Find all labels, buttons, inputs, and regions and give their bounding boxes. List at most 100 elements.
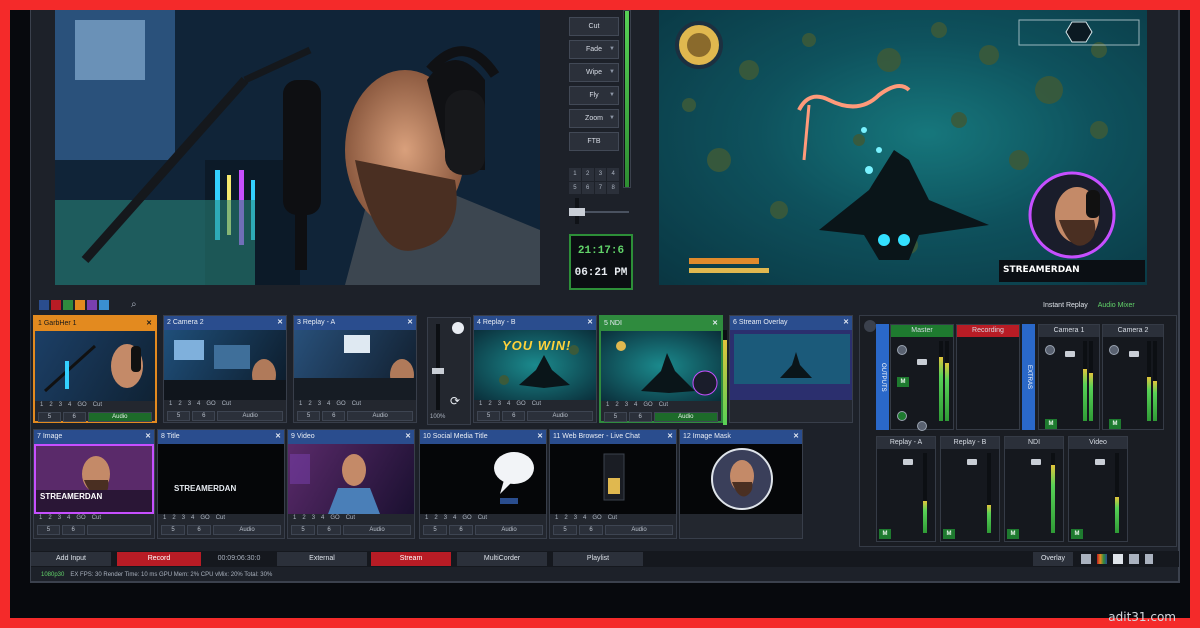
color-swatch[interactable] [87, 300, 97, 310]
grid-icon[interactable] [1113, 554, 1123, 564]
external-button[interactable]: External [277, 552, 367, 566]
input-card-12[interactable]: 12 Image Mask ✕ [679, 429, 803, 539]
audio-button[interactable]: Audio [605, 525, 673, 535]
master-fader[interactable] [917, 359, 927, 365]
mute-button[interactable]: M [943, 529, 955, 539]
gain-knob[interactable] [897, 345, 907, 355]
close-icon[interactable]: ✕ [277, 316, 283, 330]
add-input-button[interactable]: Add Input [31, 552, 111, 566]
channel-fader[interactable] [1031, 459, 1041, 465]
close-icon[interactable]: ✕ [275, 430, 281, 444]
solo-icon[interactable] [917, 421, 927, 431]
channel-fader[interactable] [1095, 459, 1105, 465]
layout-icon[interactable] [1081, 554, 1091, 564]
close-icon[interactable]: ✕ [405, 430, 411, 444]
mute-button[interactable]: M [1109, 419, 1121, 429]
close-icon[interactable]: ✕ [146, 317, 152, 331]
close-icon[interactable]: ✕ [843, 316, 849, 330]
close-icon[interactable]: ✕ [145, 430, 151, 444]
audio-button[interactable]: Audio [475, 525, 543, 535]
input-card-5[interactable]: 5 NDI ✕ 1 2 3 4 GO Cut 5 6 Audio [599, 315, 723, 423]
gain-knob[interactable] [1045, 345, 1055, 355]
mixer-settings-icon[interactable] [864, 320, 876, 332]
multicorder-button[interactable]: MultiCorder [457, 552, 547, 566]
channel-fader[interactable] [1065, 351, 1075, 357]
mute-button[interactable]: M [1045, 419, 1057, 429]
input-number: 10 [423, 433, 431, 440]
channel-fader[interactable] [1129, 351, 1139, 357]
quick-number[interactable]: 2 [581, 168, 594, 181]
audio-button[interactable]: Audio [347, 411, 413, 421]
input-card-10[interactable]: 10 Social Media Title ✕ 1 2 3 4 GO Cut 5 6 Audio [419, 429, 547, 539]
color-icon[interactable] [1097, 554, 1107, 564]
input-card-8[interactable]: 8 Title ✕ STREAMERDAN 1 2 3 4 GO Cut 5 6 Audio [157, 429, 285, 539]
input-card-1[interactable]: 1 GarbHer 1 ✕ 1 2 3 4 GO Cut 5 6 Audio [33, 315, 157, 423]
color-swatch[interactable] [99, 300, 109, 310]
input-card-4[interactable]: 4 Replay - B ✕ YOU WIN! 1 2 3 4 GO Cut 5 6 Audio [473, 315, 597, 423]
cut-button[interactable]: Cut [569, 17, 619, 36]
fade-button[interactable]: Fade ▼ [569, 40, 619, 59]
mute-button[interactable]: M [1007, 529, 1019, 539]
search-icon[interactable]: ⌕ [131, 299, 137, 310]
preview-monitor[interactable] [55, 10, 540, 285]
audio-button[interactable]: Audio [87, 412, 152, 422]
toggle-icon[interactable] [452, 322, 464, 334]
overlay-button[interactable]: Overlay [1033, 552, 1073, 566]
chevron-down-icon[interactable]: ▼ [609, 64, 615, 81]
input-number: 6 [733, 319, 737, 326]
gain-knob[interactable] [1109, 345, 1119, 355]
input-card-7[interactable]: 7 Image ✕ STREAMERDAN 1 2 3 4 GO Cut 56 [33, 429, 155, 539]
quick-number[interactable]: 1 [569, 168, 581, 181]
audio-button[interactable]: Audio [343, 525, 411, 535]
channel-fader[interactable] [967, 459, 977, 465]
chevron-down-icon[interactable]: ▼ [609, 87, 615, 104]
color-swatch[interactable] [39, 300, 49, 310]
close-icon[interactable]: ✕ [667, 430, 673, 444]
audio-button[interactable]: Audio [527, 411, 593, 421]
input-card-6[interactable]: 6 Stream Overlay ✕ [729, 315, 853, 423]
fly-button[interactable]: Fly ▼ [569, 86, 619, 105]
quick-number[interactable]: 4 [607, 168, 619, 181]
close-icon[interactable]: ✕ [793, 430, 799, 444]
headphone-icon[interactable] [897, 411, 907, 421]
color-swatch[interactable] [63, 300, 73, 310]
close-icon[interactable]: ✕ [587, 316, 593, 330]
audio-mixer-tab[interactable]: Audio Mixer [1098, 302, 1135, 309]
chevron-down-icon[interactable]: ▼ [609, 41, 615, 58]
channel-fader[interactable] [903, 459, 913, 465]
input-card-9[interactable]: 9 Video ✕ 1 2 3 4 GO Cut 5 6 Audio [287, 429, 415, 539]
input-card-2[interactable]: 2 Camera 2 ✕ 1 2 3 4 GO Cut 5 6 Audio [163, 315, 287, 423]
audio-button[interactable]: Audio [217, 411, 283, 421]
color-swatch[interactable] [51, 300, 61, 310]
chevron-down-icon[interactable]: ▼ [609, 110, 615, 127]
t-bar-slider[interactable] [569, 196, 629, 226]
mute-button[interactable]: M [897, 377, 909, 387]
phone-icon[interactable] [1145, 554, 1153, 564]
refresh-icon[interactable]: ⟳ [450, 394, 460, 408]
color-swatch[interactable] [75, 300, 85, 310]
quick-number[interactable]: 8 [607, 181, 619, 194]
quick-number[interactable]: 3 [594, 168, 607, 181]
ftb-button[interactable]: FTB [569, 132, 619, 151]
close-icon[interactable]: ✕ [537, 430, 543, 444]
window-icon[interactable] [1129, 554, 1139, 564]
zoom-button[interactable]: Zoom ▼ [569, 109, 619, 128]
input-card-3[interactable]: 3 Replay - A ✕ 1 2 3 4 GO Cut 5 6 Audio [293, 315, 417, 423]
audio-button[interactable]: Audio [213, 525, 281, 535]
wipe-button[interactable]: Wipe ▼ [569, 63, 619, 82]
record-button[interactable]: Record [117, 552, 201, 566]
quick-number[interactable]: 6 [581, 181, 594, 194]
volume-fader[interactable] [432, 368, 444, 374]
input-card-11[interactable]: 11 Web Browser - Live Chat ✕ 1 2 3 4 GO Cut 56… [549, 429, 677, 539]
quick-number[interactable]: 5 [569, 181, 581, 194]
instant-replay-tab[interactable]: Instant Replay [1043, 302, 1088, 309]
mute-button[interactable]: M [1071, 529, 1083, 539]
playlist-button[interactable]: Playlist [553, 552, 643, 566]
close-icon[interactable]: ✕ [712, 317, 718, 331]
mute-button[interactable]: M [879, 529, 891, 539]
close-icon[interactable]: ✕ [407, 316, 413, 330]
stream-button[interactable]: Stream [371, 552, 451, 566]
quick-number[interactable]: 7 [594, 181, 607, 194]
audio-button[interactable]: Audio [653, 412, 718, 422]
program-monitor[interactable]: STREAMERDAN [659, 10, 1147, 285]
